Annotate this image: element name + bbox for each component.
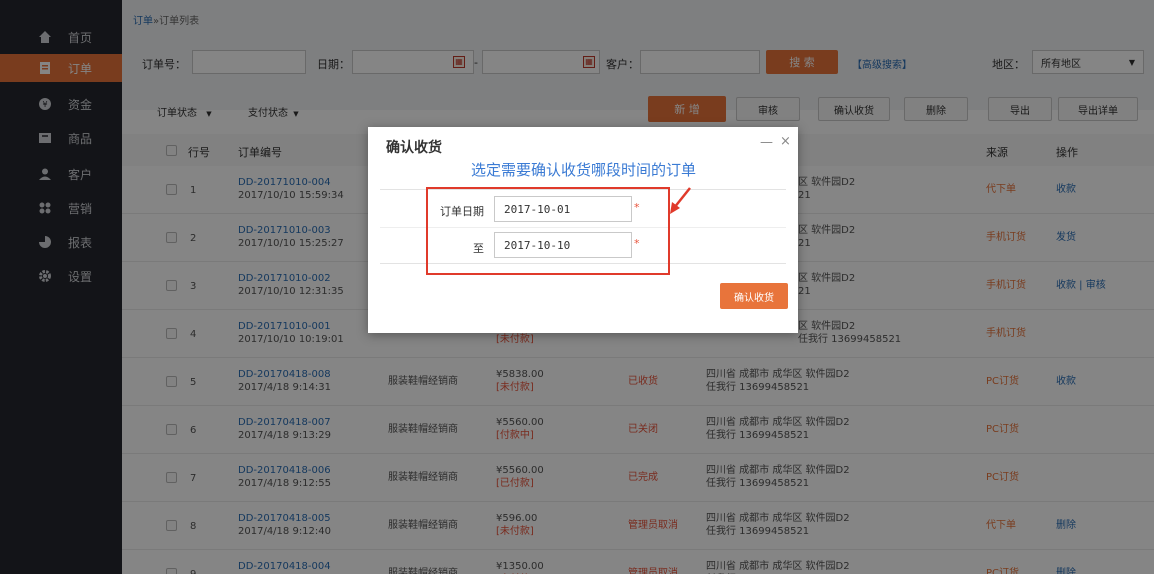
minimize-icon[interactable]: — [760, 135, 773, 150]
dialog-title: 确认收货 [386, 140, 442, 156]
annotation-arrow-icon [670, 187, 691, 214]
dialog-confirm-button[interactable]: 确认收货 [720, 283, 788, 309]
annotation-box [426, 187, 670, 275]
annotation-hint: 选定需要确认收货哪段时间的订单 [471, 161, 697, 179]
close-icon[interactable]: × [780, 134, 791, 149]
